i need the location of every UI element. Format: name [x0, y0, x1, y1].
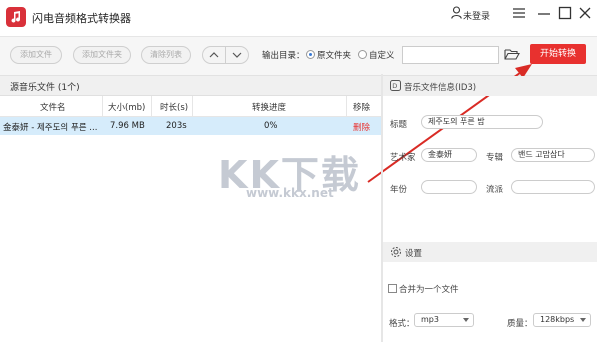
genre-field[interactable] — [511, 180, 595, 194]
gear-icon — [390, 246, 402, 261]
chevron-down-icon — [463, 318, 469, 322]
id3-title: 音乐文件信息(ID3) — [404, 83, 477, 93]
format-select[interactable]: mp3 — [414, 313, 474, 327]
merge-label[interactable]: 合并为一个文件 — [399, 283, 459, 295]
artist-field[interactable]: 金泰妍 — [421, 148, 477, 162]
title-field[interactable]: 제주도의 푸른 밤 — [421, 115, 543, 129]
year-field[interactable] — [421, 180, 477, 194]
year-label: 年份 — [390, 185, 408, 195]
format-label: 格式： — [389, 319, 415, 329]
quality-value: 128kbps — [540, 315, 575, 324]
album-field[interactable]: 밴드 고맙삼다 — [511, 148, 595, 162]
genre-label: 流派 — [486, 185, 504, 195]
format-value: mp3 — [421, 315, 439, 324]
quality-label: 质量： — [507, 319, 533, 329]
svg-text:D: D — [392, 82, 397, 90]
album-label: 专辑 — [486, 153, 504, 163]
chevron-down-icon — [580, 318, 586, 322]
pane-divider — [381, 74, 383, 342]
id3-icon: D — [390, 80, 401, 94]
merge-checkbox[interactable] — [388, 284, 397, 293]
title-label: 标题 — [390, 120, 408, 130]
settings-title: 设置 — [405, 249, 423, 259]
quality-select[interactable]: 128kbps — [533, 313, 591, 327]
annotation-arrow — [367, 64, 532, 183]
artist-label: 艺术家 — [390, 153, 416, 163]
